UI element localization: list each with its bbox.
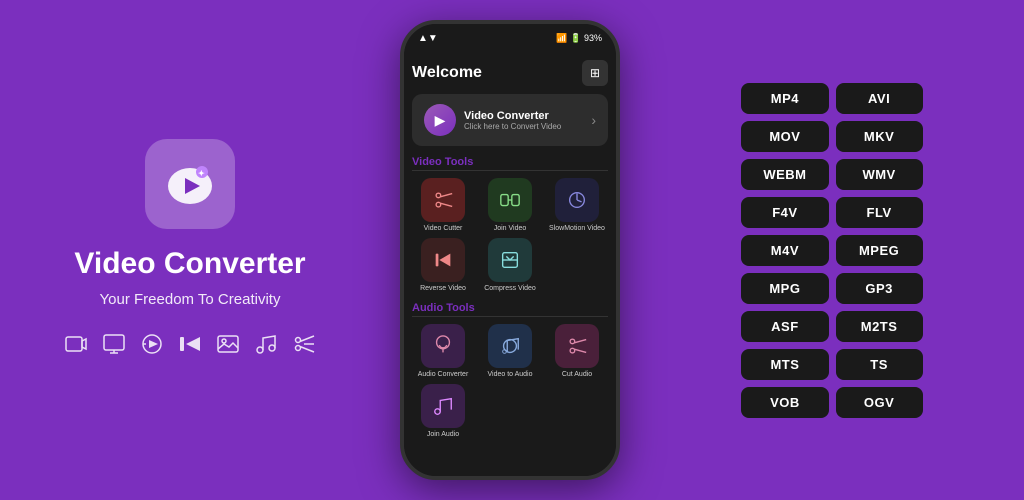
join-audio-icon-box xyxy=(421,384,465,428)
feature-icon-image xyxy=(216,332,240,362)
app-subtitle: Your Freedom To Creativity xyxy=(100,291,281,308)
banner-title: Video Converter xyxy=(464,110,561,122)
compress-video-icon-box xyxy=(488,238,532,282)
cut-audio-icon-box xyxy=(555,324,599,368)
tool-video-to-audio[interactable]: Video to Audio xyxy=(479,324,541,379)
format-badge-webm[interactable]: WEBM xyxy=(741,159,828,190)
tool-video-cutter[interactable]: Video Cutter xyxy=(412,178,474,233)
format-badge-vob[interactable]: VOB xyxy=(741,387,828,418)
join-video-label: Join Video xyxy=(494,225,527,233)
phone-section: ▲▼ 📶🔋 93% Welcome ⊞ ▶ Video Converter Cl… xyxy=(380,0,640,500)
format-grid: MP4 AVI MOV MKV WEBM WMV F4V FLV M4V MPEG MPG GP3 AS… xyxy=(741,83,922,418)
format-badge-mpeg[interactable]: MPEG xyxy=(836,235,923,266)
header-action-icon[interactable]: ⊞ xyxy=(582,60,608,86)
left-section: ✦ Video Converter Your Freedom To Creati… xyxy=(0,0,380,500)
slow-motion-icon-box xyxy=(555,178,599,222)
format-badge-gp3[interactable]: GP3 xyxy=(836,273,923,304)
reverse-video-icon-box xyxy=(421,238,465,282)
format-badge-ts[interactable]: TS xyxy=(836,349,923,380)
phone-notch: ▲▼ 📶🔋 93% xyxy=(404,24,616,52)
app-icon: ✦ xyxy=(145,139,235,229)
audio-tools-label: Audio Tools xyxy=(412,302,608,317)
format-badge-mov[interactable]: MOV xyxy=(741,121,828,152)
tool-join-video[interactable]: Join Video xyxy=(479,178,541,233)
right-section: MP4 AVI MOV MKV WEBM WMV F4V FLV M4V MPEG MPG GP3 AS… xyxy=(640,0,1024,500)
video-tools-label: Video Tools xyxy=(412,156,608,171)
phone-header: Welcome ⊞ xyxy=(412,60,608,86)
video-cutter-label: Video Cutter xyxy=(424,225,463,233)
banner-arrow-icon: › xyxy=(591,112,596,128)
tool-compress-video[interactable]: Compress Video xyxy=(479,238,541,293)
svg-text:✦: ✦ xyxy=(198,169,205,178)
format-badge-flv[interactable]: FLV xyxy=(836,197,923,228)
format-badge-asf[interactable]: ASF xyxy=(741,311,828,342)
join-audio-label: Join Audio xyxy=(427,431,459,439)
format-badge-mp4[interactable]: MP4 xyxy=(741,83,828,114)
compress-video-label: Compress Video xyxy=(484,285,536,293)
phone-content[interactable]: Welcome ⊞ ▶ Video Converter Click here t… xyxy=(404,52,616,476)
format-badge-m2ts[interactable]: M2TS xyxy=(836,311,923,342)
cut-audio-label: Cut Audio xyxy=(562,371,592,379)
feature-icon-edit xyxy=(102,332,126,362)
slow-motion-label: SlowMotion Video xyxy=(549,225,605,233)
phone-frame: ▲▼ 📶🔋 93% Welcome ⊞ ▶ Video Converter Cl… xyxy=(400,20,620,480)
format-badge-wmv[interactable]: WMV xyxy=(836,159,923,190)
welcome-title: Welcome xyxy=(412,64,482,82)
banner-left: ▶ Video Converter Click here to Convert … xyxy=(424,104,561,136)
audio-converter-label: Audio Converter xyxy=(418,371,469,379)
banner-avatar: ▶ xyxy=(424,104,456,136)
feature-icons-row xyxy=(64,332,316,362)
format-badge-ogv[interactable]: OGV xyxy=(836,387,923,418)
tool-cut-audio[interactable]: Cut Audio xyxy=(546,324,608,379)
feature-icon-cut xyxy=(292,332,316,362)
format-badge-f4v[interactable]: F4V xyxy=(741,197,828,228)
feature-icon-music xyxy=(254,332,278,362)
format-badge-m4v[interactable]: M4V xyxy=(741,235,828,266)
join-video-icon-box xyxy=(488,178,532,222)
video-tools-grid: Video Cutter Join Video SlowMotion Video… xyxy=(412,178,608,294)
status-icons: 📶🔋 93% xyxy=(556,33,602,44)
app-title: Video Converter xyxy=(74,247,305,281)
tool-reverse-video[interactable]: Reverse Video xyxy=(412,238,474,293)
audio-tools-grid: Audio Converter Video to Audio Cut Audio… xyxy=(412,324,608,440)
audio-converter-icon-box xyxy=(421,324,465,368)
feature-icon-rewind xyxy=(178,332,202,362)
tool-audio-converter[interactable]: Audio Converter xyxy=(412,324,474,379)
format-badge-mpg[interactable]: MPG xyxy=(741,273,828,304)
converter-banner[interactable]: ▶ Video Converter Click here to Convert … xyxy=(412,94,608,146)
video-to-audio-label: Video to Audio xyxy=(487,371,532,379)
banner-subtitle: Click here to Convert Video xyxy=(464,122,561,131)
tool-slow-motion[interactable]: SlowMotion Video xyxy=(546,178,608,233)
video-cutter-icon-box xyxy=(421,178,465,222)
reverse-video-label: Reverse Video xyxy=(420,285,466,293)
format-badge-mts[interactable]: MTS xyxy=(741,349,828,380)
status-time: ▲▼ xyxy=(418,33,438,44)
tool-join-audio[interactable]: Join Audio xyxy=(412,384,474,439)
feature-icon-speed xyxy=(140,332,164,362)
video-to-audio-icon-box xyxy=(488,324,532,368)
feature-icon-video xyxy=(64,332,88,362)
format-badge-mkv[interactable]: MKV xyxy=(836,121,923,152)
format-badge-avi[interactable]: AVI xyxy=(836,83,923,114)
